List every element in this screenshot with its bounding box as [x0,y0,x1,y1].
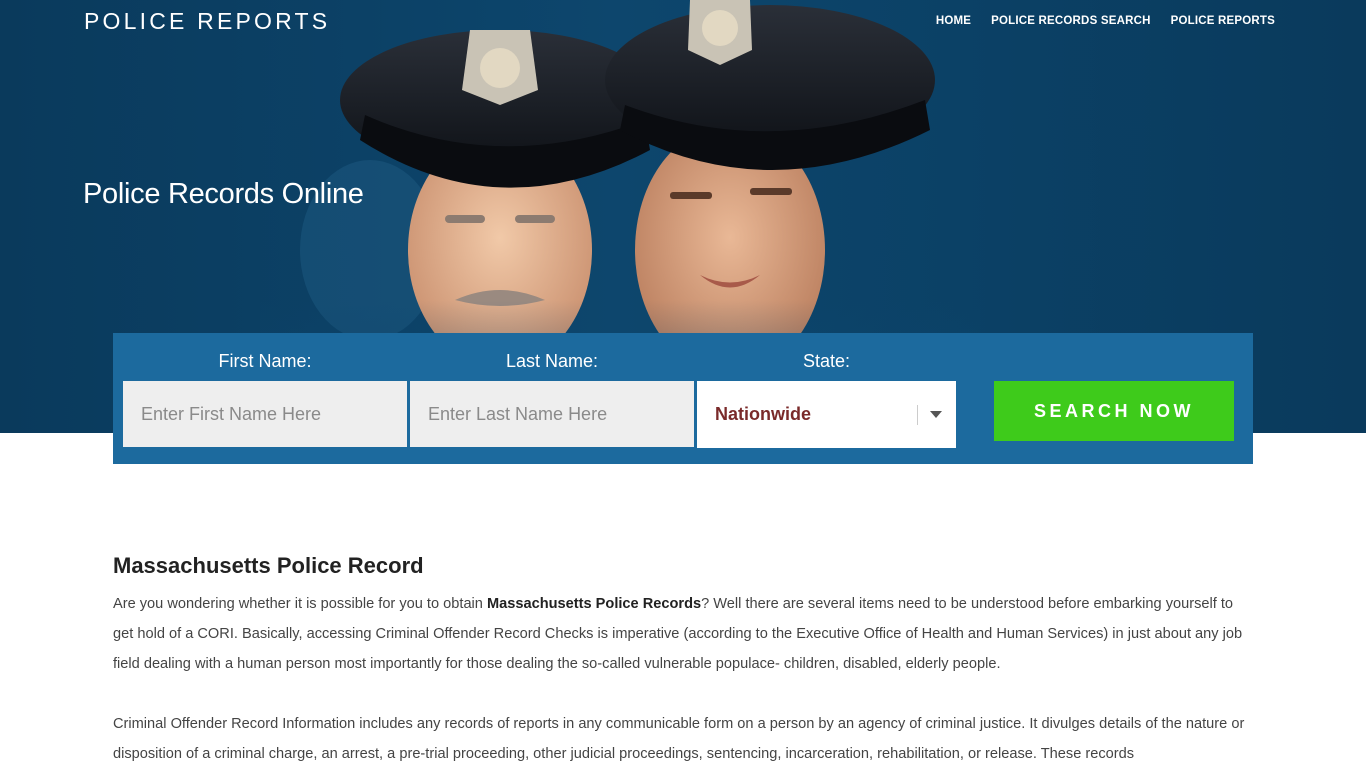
first-name-label: First Name: [218,351,312,371]
nav-police-reports[interactable]: POLICE REPORTS [1171,15,1275,27]
nav-home[interactable]: HOME [936,15,971,27]
article-content: Massachusetts Police Record Are you wond… [113,553,1253,768]
select-divider [917,404,918,425]
top-nav: HOME POLICE RECORDS SEARCH POLICE REPORT… [936,15,1275,27]
hero-title: Police Records Online [83,178,364,210]
search-now-button[interactable]: SEARCH NOW [994,381,1234,441]
p1-bold-link: Massachusetts Police Records [486,596,702,612]
last-name-label: Last Name: [505,351,599,371]
state-select[interactable]: Nationwide [697,381,956,448]
article-paragraph-1: Are you wondering whether it is possible… [113,589,1253,679]
chevron-down-icon [930,411,942,418]
search-panel: First Name: Last Name: State: Nationwide… [113,333,1253,464]
state-select-value: Nationwide [715,404,812,424]
p1-text-start: Are you wondering whether it is possible… [113,596,487,612]
nav-police-records-search[interactable]: POLICE RECORDS SEARCH [991,15,1150,27]
first-name-input[interactable] [123,381,407,447]
last-name-input[interactable] [410,381,694,447]
article-paragraph-2: Criminal Offender Record Information inc… [113,716,1245,762]
site-logo[interactable]: POLICE REPORTS [84,8,330,35]
article-heading: Massachusetts Police Record [113,553,424,578]
state-label: State: [802,351,851,371]
